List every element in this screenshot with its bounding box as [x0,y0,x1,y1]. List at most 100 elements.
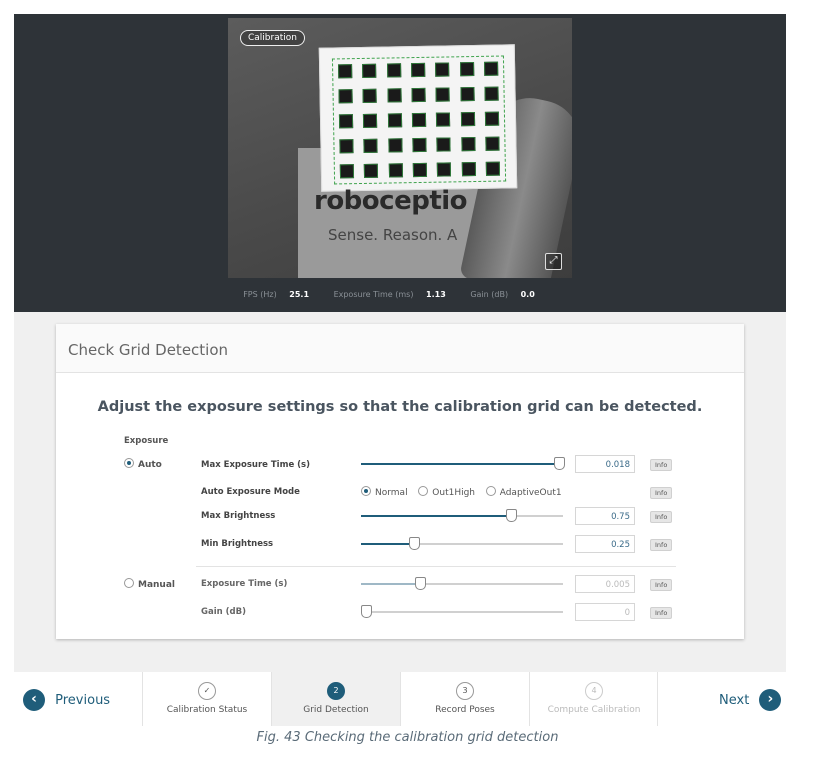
step-number: 3 [456,682,474,700]
grid-square [411,88,426,103]
gain-slider[interactable] [361,605,563,618]
max-brightness-input[interactable]: 0.75 [575,507,635,525]
info-button[interactable]: Info [650,511,673,523]
divider [657,672,658,726]
slider-thumb[interactable] [506,509,517,522]
min-brightness-slider[interactable] [361,537,563,550]
grid-square [388,162,403,178]
manual-radio[interactable]: Manual [124,578,175,590]
card-header: Check Grid Detection [56,324,744,373]
grid-square [412,137,427,152]
min-brightness-label: Min Brightness [201,539,274,549]
step-label: Grid Detection [303,705,369,715]
exposure-section-label: Exposure [124,436,169,446]
grid-square [437,162,452,177]
slider-thumb[interactable] [554,457,565,470]
camera-image: roboceptio Sense. Reason. A Calibration … [228,18,572,278]
fps-value: 25.1 [289,290,310,299]
card-title: Check Grid Detection [68,341,229,359]
grid-square [387,113,402,128]
step-number: 4 [585,682,603,700]
grid-square [485,161,500,176]
grid-square [436,137,451,152]
grid-square [386,63,401,78]
radio-selected-icon [124,458,134,468]
grid-square [388,138,403,153]
auto-label: Auto [138,460,162,470]
grid-square [483,61,499,77]
slider-fill [361,583,419,585]
step-label: Calibration Status [166,705,248,715]
next-label: Next [719,692,750,708]
grid-square [339,163,355,178]
mode-normal-label: Normal [375,488,408,498]
slider-fill [361,543,413,545]
mode-adaptiveout1-radio[interactable]: AdaptiveOut1 [485,486,562,498]
info-button[interactable]: Info [650,579,673,591]
grid-square [459,62,474,77]
grid-square [338,89,353,104]
grid-detection-card: Check Grid Detection Adjust the exposure… [56,324,744,639]
grid-square [485,136,500,151]
camera-panel: roboceptio Sense. Reason. A Calibration … [14,14,786,312]
max-exposure-input[interactable]: 0.018 [575,455,635,473]
mode-adaptiveout1-label: AdaptiveOut1 [499,488,562,498]
info-button[interactable]: Info [650,459,673,471]
gain-label: Gain (dB) [470,290,509,299]
grid-square [339,114,354,129]
exposure-time-input[interactable]: 0.005 [575,575,635,593]
slider-thumb[interactable] [361,605,372,618]
auto-exposure-mode-label: Auto Exposure Mode [201,487,300,497]
step-grid-detection[interactable]: 2 Grid Detection [272,672,400,726]
step-label: Record Poses [435,705,495,715]
grid-square [362,64,377,79]
expand-icon[interactable]: ⤢ [545,253,562,270]
exposure-time-slider[interactable] [361,577,563,590]
grid-square [461,161,476,176]
previous-button[interactable]: ‹ Previous [23,689,110,711]
grid-square [484,111,499,126]
wizard-nav: ‹ Previous ✓ Calibration Status 2 Grid D… [14,672,786,726]
gain-value: 0.0 [520,290,535,299]
checkmark-icon: ✓ [198,682,216,700]
radio-empty-icon [485,486,496,496]
next-button[interactable]: Next › [719,689,782,711]
grid-square [412,162,428,177]
min-brightness-input[interactable]: 0.25 [575,535,635,553]
divider [196,566,676,567]
step-label: Compute Calibration [547,705,641,715]
info-button[interactable]: Info [650,539,673,551]
grid-square [363,138,379,153]
instruction-text: Adjust the exposure settings so that the… [97,399,703,415]
exposure-time-value: 1.13 [426,290,446,299]
calibration-badge: Calibration [240,30,305,46]
step-compute-calibration[interactable]: 4 Compute Calibration [530,672,658,726]
figure-caption: Fig. 43 Checking the calibration grid de… [256,730,559,745]
chevron-right-icon: › [759,689,782,711]
mode-normal-radio[interactable]: Normal [361,486,408,498]
grid-square [460,87,475,102]
max-exposure-slider[interactable] [361,457,565,470]
grid-square [460,111,475,127]
grid-square [436,112,451,127]
mode-out1high-radio[interactable]: Out1High [418,486,475,498]
fps-label: FPS (Hz) [243,290,277,299]
slider-thumb[interactable] [415,577,426,590]
step-calibration-status[interactable]: ✓ Calibration Status [143,672,271,726]
auto-exposure-mode-options: Normal Out1High AdaptiveOut1 [361,486,570,498]
step-record-poses[interactable]: 3 Record Poses [401,672,529,726]
manual-label: Manual [138,580,176,590]
slider-fill [361,515,510,517]
grid-square [363,113,378,128]
slider-thumb[interactable] [409,537,420,550]
grid-square [362,88,378,104]
gain-input[interactable]: 0 [575,603,635,621]
max-brightness-slider[interactable] [361,509,563,522]
grid-square [411,112,427,128]
info-button[interactable]: Info [650,607,673,619]
max-exposure-label: Max Exposure Time (s) [201,460,310,470]
auto-radio[interactable]: Auto [124,458,162,470]
info-button[interactable]: Info [650,487,673,499]
chevron-left-icon: ‹ [23,689,45,711]
exposure-time-label: Exposure Time (ms) [333,290,414,299]
